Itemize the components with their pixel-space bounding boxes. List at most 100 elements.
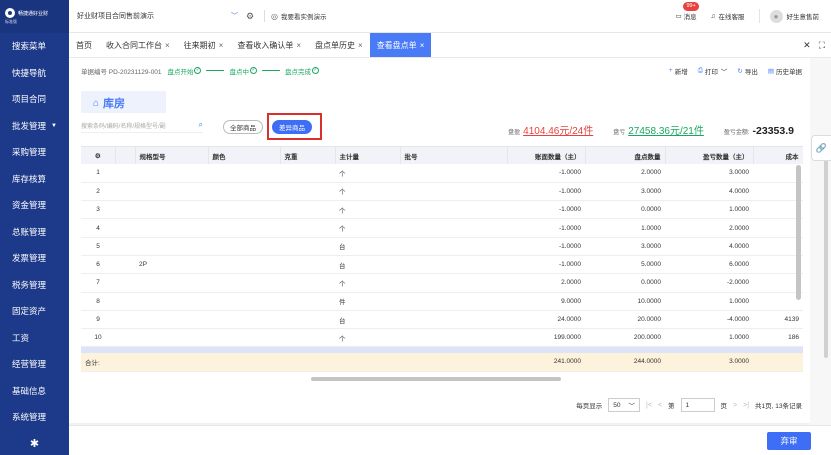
cell-unit: 个 [335, 273, 400, 293]
settings-gear-icon[interactable]: ✱ [0, 431, 69, 455]
all-items-button[interactable]: 全部商品 [223, 120, 263, 134]
cell-count-qty: 1.0000 [585, 218, 665, 238]
online-service-button[interactable]: ♫ 在线客服 [711, 11, 745, 22]
page-scrollbar[interactable] [824, 158, 828, 358]
table-row[interactable]: 10 个 199.0000 200.0000 1.0000 186 [81, 328, 803, 348]
company-selector[interactable]: 好业财项目合同售前演示 ﹀ [77, 7, 242, 25]
close-icon[interactable]: × [219, 41, 224, 50]
header-book-qty[interactable]: 账面数量（主） [507, 147, 586, 164]
example-demo-label: 我要看实例演示 [280, 14, 327, 21]
per-page-select[interactable]: 50 ﹀ [608, 398, 641, 412]
header-unit[interactable]: 主计量 [335, 147, 401, 164]
header-batch[interactable]: 批号 [400, 147, 508, 164]
cell-diff-qty: 1.0000 [665, 292, 753, 311]
header-diff-qty[interactable]: 盈亏数量（主） [665, 147, 754, 164]
column-settings-icon[interactable]: ⚙ [81, 147, 116, 164]
table-row[interactable]: 7 个 2.0000 0.0000 -2.0000 [81, 273, 803, 293]
tab[interactable]: 盘点单历史 × [308, 33, 370, 57]
cell-count-qty: 200.0000 [585, 328, 665, 348]
sidebar-item[interactable]: 库存核算 [0, 166, 69, 193]
app-logo[interactable]: 畅捷通好业财 标准版 [0, 0, 69, 33]
header-cost[interactable]: 成本 [753, 147, 803, 164]
gear-icon[interactable]: ⚙ [242, 11, 258, 22]
sidebar-item-label: 经营管理 [12, 359, 47, 370]
tab[interactable]: 查看收入确认单 × [230, 33, 308, 57]
sidebar-item[interactable]: 快捷导航 [0, 60, 69, 87]
unapprove-button[interactable]: 弃审 [767, 432, 811, 450]
sidebar-item[interactable]: 搜索菜单 [0, 33, 69, 60]
surplus-value[interactable]: 4104.46元/24件 [523, 122, 593, 137]
sidebar-item[interactable]: 采购管理 [0, 139, 69, 166]
close-icon[interactable]: × [358, 41, 363, 50]
table-row[interactable]: 6 2P 台 -1.0000 5.0000 6.0000 [81, 255, 803, 275]
sidebar-item[interactable]: 资金管理 [0, 192, 69, 219]
loss-value[interactable]: 27458.36元/21件 [628, 122, 704, 137]
search-icon[interactable]: ⌕ [199, 120, 203, 130]
message-icon: ▭ [675, 13, 682, 20]
sidebar-item-label: 系统管理 [12, 412, 47, 423]
sidebar-item[interactable]: 项目合同 [0, 86, 69, 113]
tab[interactable]: 查看盘点单 × [369, 33, 432, 57]
cell-book-qty: 199.0000 [507, 328, 585, 348]
new-button[interactable]: + 新增 [669, 66, 688, 76]
step-label: 盘点完成 [284, 68, 311, 76]
table-row[interactable]: 2 个 -1.0000 3.0000 4.0000 [81, 182, 803, 202]
table-row[interactable]: 4 个 -1.0000 1.0000 2.0000 [81, 218, 803, 238]
prev-page-icon[interactable]: < [658, 402, 662, 409]
sidebar-item[interactable]: 批发管理 ▼ [0, 113, 69, 140]
cell-spec [135, 182, 208, 202]
table-row[interactable]: 3 个 -1.0000 0.0000 1.0000 [81, 200, 803, 220]
header-blank [115, 147, 136, 164]
close-icon[interactable]: × [165, 41, 170, 50]
link-icon[interactable]: 🔗 [811, 135, 831, 161]
step-connector [206, 70, 225, 71]
user-menu[interactable]: ● 好生意售前 [769, 9, 819, 23]
next-page-icon[interactable]: > [733, 402, 737, 409]
header-color[interactable]: 颜色 [208, 147, 281, 164]
last-page-icon[interactable]: >| [743, 402, 749, 409]
tab[interactable]: 首页 [69, 33, 99, 57]
messages-button[interactable]: ▭ 消息 99+ [675, 2, 699, 21]
cell-unit: 台 [335, 310, 400, 330]
cell-blank [115, 328, 135, 348]
close-icon[interactable]: × [420, 41, 425, 50]
table-row[interactable]: 9 台 24.0000 20.0000 -4.0000 4139 [81, 310, 803, 330]
vertical-scrollbar[interactable] [796, 165, 801, 300]
cell-weight [280, 218, 335, 238]
cell-blank [115, 255, 135, 275]
cell-weight [280, 328, 335, 348]
sidebar-item[interactable]: 发票管理 [0, 245, 69, 272]
tab-label: 查看盘点单 [376, 40, 417, 50]
sidebar-item[interactable]: 固定资产 [0, 298, 69, 325]
tab[interactable]: 收入合同工作台 × [99, 33, 177, 57]
horizontal-scrollbar[interactable] [311, 377, 561, 381]
table-row[interactable]: 1 个 -1.0000 2.0000 3.0000 [81, 164, 803, 183]
check-icon: ✓ [194, 67, 202, 74]
example-demo-link[interactable]: ◎ 我要看实例演示 [271, 11, 327, 22]
table-row[interactable]: 5 台 -1.0000 3.0000 4.0000 [81, 237, 803, 256]
page-input[interactable]: 1 [680, 398, 715, 412]
header-count-qty[interactable]: 盘点数量 [585, 147, 666, 164]
sidebar-item[interactable]: 基础信息 [0, 378, 69, 405]
sidebar-item-label: 工资 [12, 332, 30, 343]
header-weight[interactable]: 克重 [280, 147, 336, 164]
sidebar-item[interactable]: 税务管理 [0, 272, 69, 299]
table-row[interactable]: 8 件 9.0000 10.0000 1.0000 [81, 292, 803, 311]
first-page-icon[interactable]: |< [646, 402, 652, 409]
close-icon[interactable]: × [296, 41, 301, 50]
cell-batch [400, 200, 507, 220]
export-button[interactable]: ↻ 导出 [737, 66, 757, 76]
sidebar-item[interactable]: 经营管理 [0, 351, 69, 378]
sidebar-item[interactable]: 系统管理 [0, 404, 69, 431]
history-button[interactable]: ▤ 历史单据 [768, 66, 802, 76]
cell-batch [400, 182, 507, 202]
close-all-icon[interactable]: ✕ [803, 40, 811, 51]
header-spec[interactable]: 规格型号 [135, 147, 209, 164]
step-label: 盘点中 [229, 68, 249, 76]
sidebar-item[interactable]: 总账管理 [0, 219, 69, 246]
tab[interactable]: 往来期初 × [177, 33, 231, 57]
fullscreen-icon[interactable]: ⛶ [819, 40, 825, 51]
sidebar-item[interactable]: 工资 [0, 325, 69, 352]
search-input[interactable]: 搜索条码/编码/名称/规格型号/副 ⌕ [81, 118, 203, 133]
print-button[interactable]: ⎙ 打印 ﹀ [698, 66, 728, 76]
